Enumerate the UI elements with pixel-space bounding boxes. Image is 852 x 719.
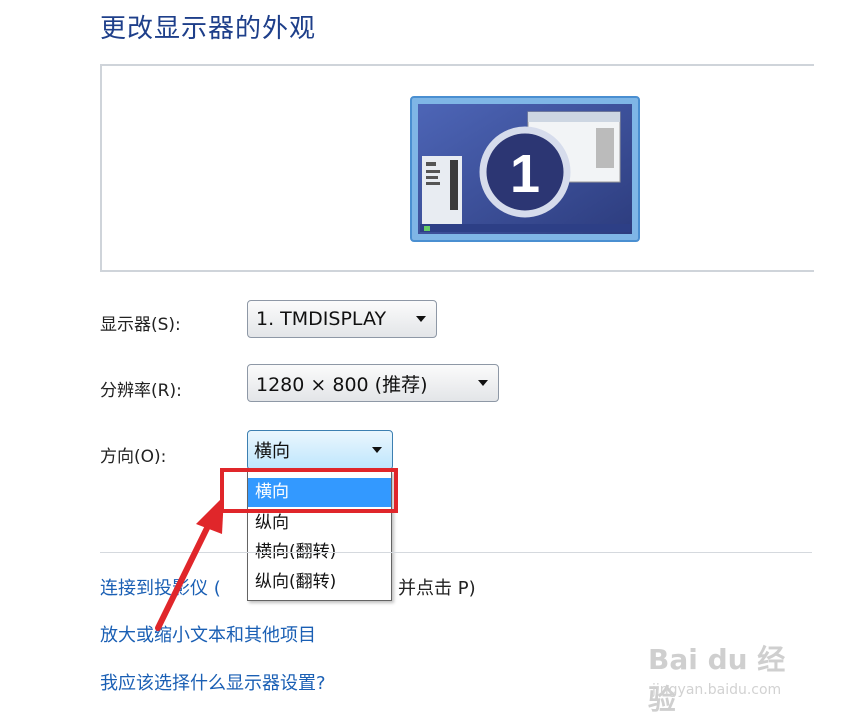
chevron-down-icon <box>478 380 488 386</box>
orientation-select-value: 横向 <box>254 441 290 462</box>
display-select-value: 1. TMDISPLAY <box>256 308 387 330</box>
dropdown-option-portrait[interactable]: 纵向 <box>248 509 391 538</box>
resolution-label: 分辨率(R): <box>100 381 182 401</box>
monitor-preview-panel: 1 <box>100 64 814 272</box>
monitor-number: 1 <box>510 144 540 204</box>
page-title: 更改显示器的外观 <box>100 14 317 44</box>
orientation-label: 方向(O): <box>100 447 167 467</box>
watermark-url: jingyan.baidu.com <box>652 682 782 698</box>
red-arrow-annotation-icon <box>155 496 224 631</box>
resolution-select-value: 1280 × 800 (推荐) <box>256 373 428 396</box>
dropdown-option-portrait-flipped[interactable]: 纵向(翻转) <box>248 568 391 597</box>
connect-projector-link-tail: 并点击 P) <box>398 578 476 599</box>
baidu-watermark: Bai du 经验 jingyan.baidu.com <box>648 638 808 716</box>
display-select[interactable]: 1. TMDISPLAY <box>247 300 437 338</box>
orientation-select[interactable]: 横向 <box>247 430 393 470</box>
watermark-brand: Bai du 经验 <box>648 643 786 716</box>
resolution-select[interactable]: 1280 × 800 (推荐) <box>247 364 499 402</box>
chevron-down-icon <box>372 447 382 453</box>
display-label: 显示器(S): <box>100 315 181 335</box>
chevron-down-icon <box>416 316 426 322</box>
monitor-icon[interactable]: 1 <box>410 96 640 242</box>
display-settings-help-link[interactable]: 我应该选择什么显示器设置? <box>100 669 326 695</box>
